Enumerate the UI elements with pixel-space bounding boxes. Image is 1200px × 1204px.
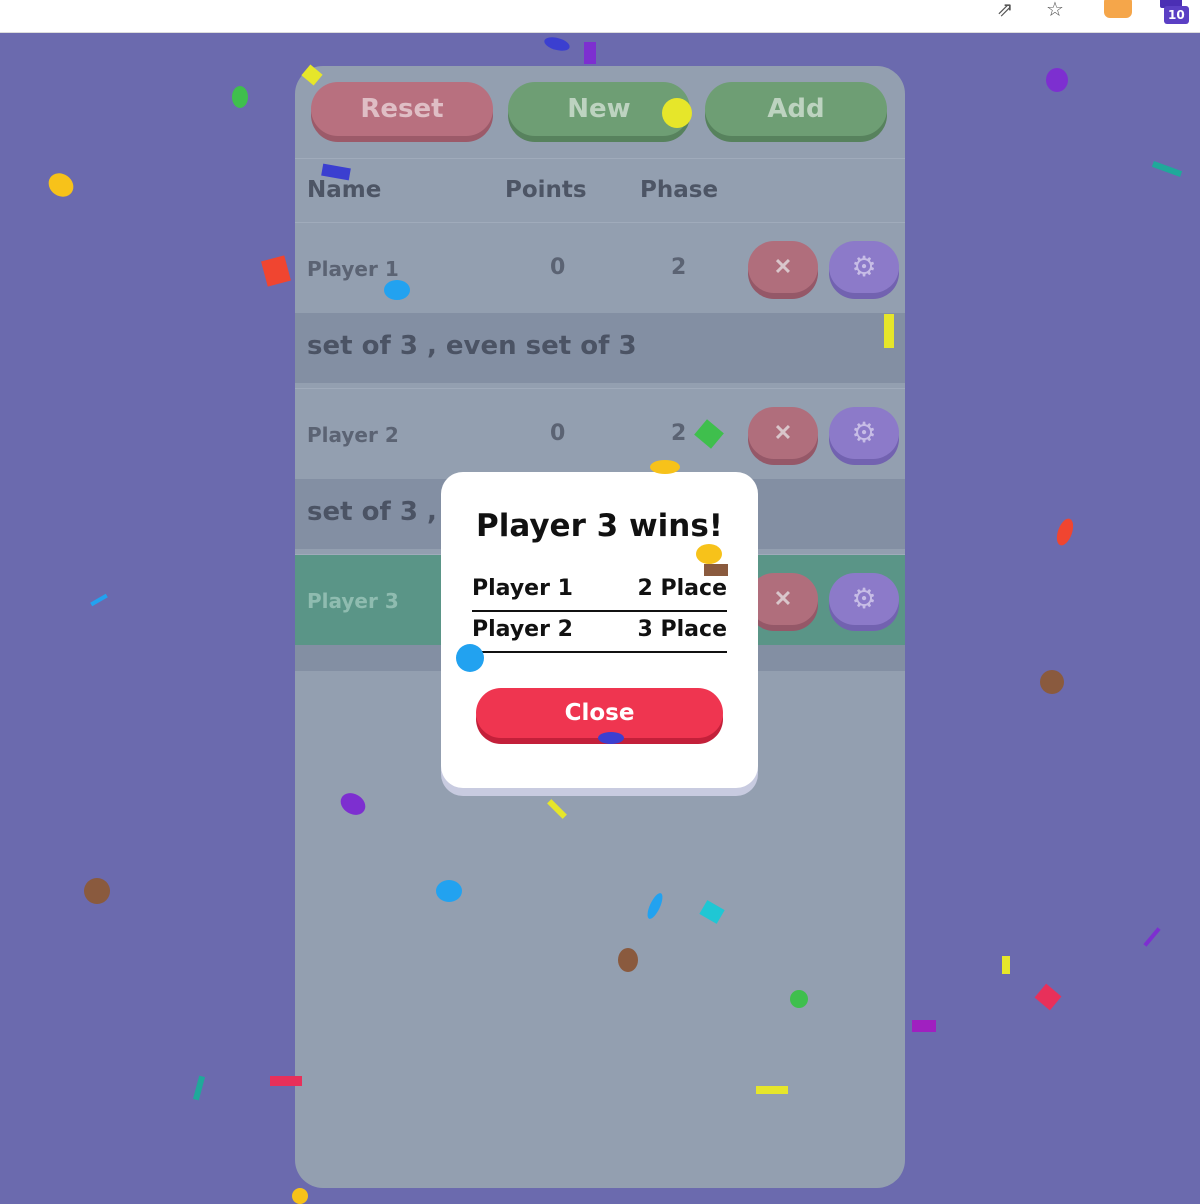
player-row: Player 1 0 2 ✕ ⚙: [295, 222, 905, 313]
remove-player-button[interactable]: ✕: [748, 407, 818, 459]
confetti-piece: [261, 255, 291, 287]
confetti-piece: [1046, 68, 1068, 92]
header-name: Name: [307, 177, 382, 203]
extension-badge: 10: [1164, 6, 1189, 24]
ranking-place: 2 Place: [637, 576, 727, 601]
confetti-piece: [1002, 956, 1010, 974]
confetti-piece: [912, 1020, 936, 1032]
bookmark-star-icon[interactable]: ☆: [1040, 0, 1070, 24]
player-points: 0: [550, 255, 566, 280]
gear-icon: ⚙: [851, 583, 877, 614]
header-phase: Phase: [640, 177, 719, 203]
close-icon: ✕: [773, 586, 793, 611]
close-button[interactable]: Close: [476, 688, 723, 738]
confetti-piece: [292, 1188, 308, 1204]
confetti-piece: [1053, 516, 1077, 548]
confetti-piece: [542, 34, 572, 54]
gear-icon: ⚙: [851, 251, 877, 282]
player-settings-button[interactable]: ⚙: [829, 241, 899, 293]
confetti-piece: [90, 593, 108, 607]
browser-toolbar: ⇗ ☆ 10: [0, 0, 1200, 33]
close-icon: ✕: [773, 420, 793, 445]
phase-description: set of 3 ,: [307, 497, 437, 527]
confetti-piece: [192, 1075, 206, 1101]
add-button[interactable]: Add: [705, 82, 887, 136]
table-header: Name Points Phase: [295, 158, 905, 221]
header-points: Points: [505, 177, 587, 203]
ranking-player: Player 1: [472, 576, 573, 601]
player-points: 0: [550, 421, 566, 446]
player-settings-button[interactable]: ⚙: [829, 407, 899, 459]
confetti-piece: [232, 86, 248, 108]
metamask-extension-icon[interactable]: [1104, 0, 1132, 18]
ranking-place: 3 Place: [637, 617, 727, 642]
confetti-piece: [44, 168, 78, 202]
new-button[interactable]: New: [508, 82, 690, 136]
confetti-piece: [1151, 161, 1183, 177]
reset-button[interactable]: Reset: [311, 82, 493, 136]
confetti-piece: [1143, 927, 1161, 947]
close-icon: ✕: [773, 254, 793, 279]
confetti-piece: [1034, 983, 1062, 1011]
confetti-piece: [84, 878, 110, 904]
dialog-title: Player 3 wins!: [476, 508, 723, 544]
ranking-row: Player 1 2 Place: [472, 570, 727, 612]
player-name: Player 2: [307, 423, 399, 447]
player-name: Player 1: [307, 257, 399, 281]
player-settings-button[interactable]: ⚙: [829, 573, 899, 625]
gear-icon: ⚙: [851, 417, 877, 448]
confetti-piece: [1040, 670, 1064, 694]
player-name: Player 3: [307, 589, 399, 613]
phase-description-row: set of 3 , even set of 3: [295, 313, 905, 383]
player-row: Player 2 0 2 ✕ ⚙: [295, 388, 905, 479]
share-icon[interactable]: ⇗: [990, 0, 1020, 24]
winner-dialog: Player 3 wins! Player 1 2 Place Player 2…: [441, 472, 758, 788]
ranking-row: Player 2 3 Place: [472, 611, 727, 653]
player-phase: 2: [671, 255, 687, 280]
top-actions: Reset New Add: [295, 66, 905, 150]
remove-player-button[interactable]: ✕: [748, 573, 818, 625]
remove-player-button[interactable]: ✕: [748, 241, 818, 293]
player-phase: 2: [671, 421, 687, 446]
confetti-piece: [584, 42, 596, 64]
phase-description: set of 3 , even set of 3: [307, 331, 637, 361]
ranking-player: Player 2: [472, 617, 573, 642]
